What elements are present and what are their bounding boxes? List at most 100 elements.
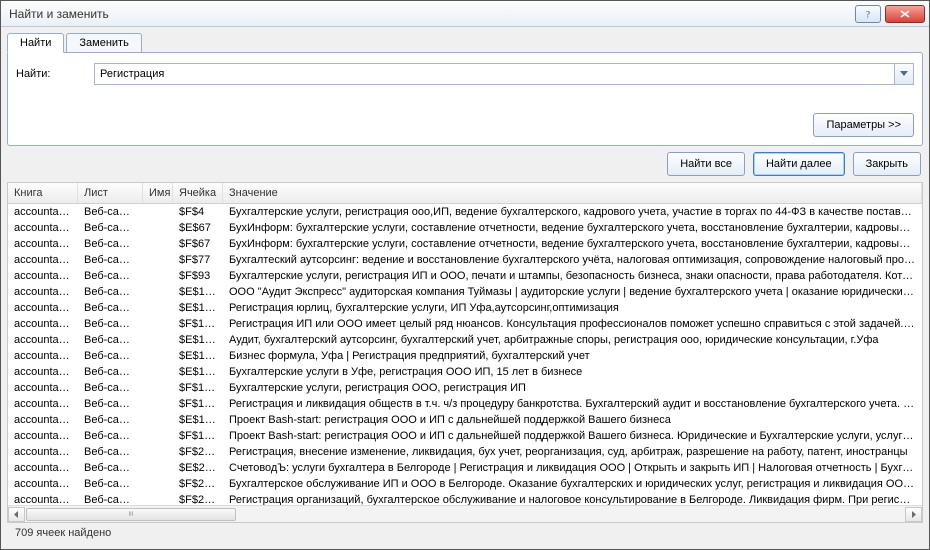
cell-book: accountant... xyxy=(8,460,78,476)
table-row[interactable]: accountant...Веб-сайты$F$246Регистрация … xyxy=(8,492,922,505)
col-sheet[interactable]: Лист xyxy=(78,183,143,203)
cell-name xyxy=(143,348,173,364)
cell-sheet: Веб-сайты xyxy=(78,332,143,348)
cell-cell: $F$93 xyxy=(173,268,223,284)
tab-find[interactable]: Найти xyxy=(7,33,64,53)
dialog-window: Найти и заменить ? Найти Заменить Найти: xyxy=(0,0,930,550)
table-row[interactable]: accountant...Веб-сайты$F$77Бухгалтеский … xyxy=(8,252,922,268)
cell-book: accountant... xyxy=(8,380,78,396)
cell-sheet: Веб-сайты xyxy=(78,348,143,364)
find-input[interactable] xyxy=(94,63,894,85)
cell-book: accountant... xyxy=(8,428,78,444)
find-combo xyxy=(94,63,914,85)
cell-sheet: Веб-сайты xyxy=(78,492,143,505)
horizontal-scrollbar[interactable] xyxy=(8,505,922,522)
table-row[interactable]: accountant...Веб-сайты$E$136ООО "Аудит Э… xyxy=(8,284,922,300)
help-button[interactable]: ? xyxy=(855,5,881,23)
cell-name xyxy=(143,428,173,444)
col-cell[interactable]: Ячейка xyxy=(173,183,223,203)
cell-value: Регистрация ИП или ООО имеет целый ряд н… xyxy=(223,316,922,332)
cell-value: Регистрация юрлиц, бухгалтерские услуги,… xyxy=(223,300,922,316)
table-row[interactable]: accountant...Веб-сайты$E$67БухИнформ: бу… xyxy=(8,220,922,236)
scroll-right-button[interactable] xyxy=(905,507,922,522)
table-row[interactable]: accountant...Веб-сайты$F$93Бухгалтерские… xyxy=(8,268,922,284)
find-next-button[interactable]: Найти далее xyxy=(753,152,845,176)
cell-name xyxy=(143,252,173,268)
cell-value: Аудит, бухгалтерский аутсорсинг, бухгалт… xyxy=(223,332,922,348)
cell-cell: $F$167 xyxy=(173,380,223,396)
cell-book: accountant... xyxy=(8,492,78,505)
tab-replace[interactable]: Заменить xyxy=(66,33,141,53)
search-panel: Найти Заменить Найти: Параметры >> xyxy=(7,33,923,146)
cell-name xyxy=(143,268,173,284)
table-row[interactable]: accountant...Веб-сайты$F$196Проект Bash-… xyxy=(8,428,922,444)
table-row[interactable]: accountant...Веб-сайты$E$161Бизнес форму… xyxy=(8,348,922,364)
col-value[interactable]: Значение xyxy=(223,183,922,203)
cell-cell: $F$4 xyxy=(173,204,223,220)
col-name[interactable]: Имя xyxy=(143,183,173,203)
table-row[interactable]: accountant...Веб-сайты$F$4Бухгалтерские … xyxy=(8,204,922,220)
cell-book: accountant... xyxy=(8,220,78,236)
find-label: Найти: xyxy=(16,68,86,80)
cell-cell: $E$158 xyxy=(173,332,223,348)
cell-book: accountant... xyxy=(8,444,78,460)
cell-cell: $F$242 xyxy=(173,476,223,492)
cell-book: accountant... xyxy=(8,316,78,332)
tab-content: Найти: Параметры >> xyxy=(7,52,923,146)
cell-name xyxy=(143,396,173,412)
find-dropdown-button[interactable] xyxy=(894,63,914,85)
scroll-thumb[interactable] xyxy=(26,508,236,521)
table-row[interactable]: accountant...Веб-сайты$E$145Регистрация … xyxy=(8,300,922,316)
close-button[interactable]: Закрыть xyxy=(853,152,921,176)
cell-book: accountant... xyxy=(8,204,78,220)
cell-name xyxy=(143,476,173,492)
cell-sheet: Веб-сайты xyxy=(78,300,143,316)
results-grid: Книга Лист Имя Ячейка Значение accountan… xyxy=(7,182,923,523)
cell-name xyxy=(143,316,173,332)
cell-name xyxy=(143,364,173,380)
cell-book: accountant... xyxy=(8,332,78,348)
cell-value: ООО "Аудит Экспресс" аудиторская компани… xyxy=(223,284,922,300)
table-row[interactable]: accountant...Веб-сайты$F$183Регистрация … xyxy=(8,396,922,412)
window-close-button[interactable] xyxy=(885,5,925,23)
table-row[interactable]: accountant...Веб-сайты$E$226СчетоводЪ: у… xyxy=(8,460,922,476)
cell-sheet: Веб-сайты xyxy=(78,268,143,284)
params-button[interactable]: Параметры >> xyxy=(813,113,914,137)
scroll-track[interactable] xyxy=(25,507,905,522)
cell-cell: $F$183 xyxy=(173,396,223,412)
cell-cell: $F$145 xyxy=(173,316,223,332)
cell-sheet: Веб-сайты xyxy=(78,412,143,428)
grid-body[interactable]: accountant...Веб-сайты$F$4Бухгалтерские … xyxy=(8,204,922,505)
cell-sheet: Веб-сайты xyxy=(78,316,143,332)
find-all-button[interactable]: Найти все xyxy=(667,152,745,176)
cell-name xyxy=(143,284,173,300)
cell-name xyxy=(143,492,173,505)
cell-cell: $E$67 xyxy=(173,220,223,236)
table-row[interactable]: accountant...Веб-сайты$E$196Проект Bash-… xyxy=(8,412,922,428)
cell-book: accountant... xyxy=(8,364,78,380)
cell-value: Бухгалтеский аутсорсинг: ведение и восст… xyxy=(223,252,922,268)
table-row[interactable]: accountant...Веб-сайты$F$67БухИнформ: бу… xyxy=(8,236,922,252)
tabstrip: Найти Заменить xyxy=(7,33,923,53)
cell-sheet: Веб-сайты xyxy=(78,428,143,444)
cell-cell: $F$67 xyxy=(173,236,223,252)
cell-value: Бухгалтерские услуги в Уфе, регистрация … xyxy=(223,364,922,380)
cell-cell: $E$145 xyxy=(173,300,223,316)
col-book[interactable]: Книга xyxy=(8,183,78,203)
cell-cell: $F$196 xyxy=(173,428,223,444)
table-row[interactable]: accountant...Веб-сайты$E$167Бухгалтерски… xyxy=(8,364,922,380)
table-row[interactable]: accountant...Веб-сайты $F$145Регистрация … xyxy=(8,316,922,332)
cell-sheet: Веб-сайты xyxy=(78,204,143,220)
cell-book: accountant... xyxy=(8,236,78,252)
cell-name xyxy=(143,236,173,252)
cell-name xyxy=(143,380,173,396)
cell-book: accountant... xyxy=(8,252,78,268)
table-row[interactable]: accountant...Веб-сайты$F$242Бухгалтерско… xyxy=(8,476,922,492)
table-row[interactable]: accountant...Веб-сайты $E$158Аудит, бухга… xyxy=(8,332,922,348)
grid-header: Книга Лист Имя Ячейка Значение xyxy=(8,183,922,204)
table-row[interactable]: accountant...Веб-сайты$F$222Регистрация,… xyxy=(8,444,922,460)
table-row[interactable]: accountant...Веб-сайты$F$167Бухгалтерски… xyxy=(8,380,922,396)
cell-value: БухИнформ: бухгалтерские услуги, составл… xyxy=(223,236,922,252)
scroll-left-button[interactable] xyxy=(8,507,25,522)
cell-cell: $F$246 xyxy=(173,492,223,505)
